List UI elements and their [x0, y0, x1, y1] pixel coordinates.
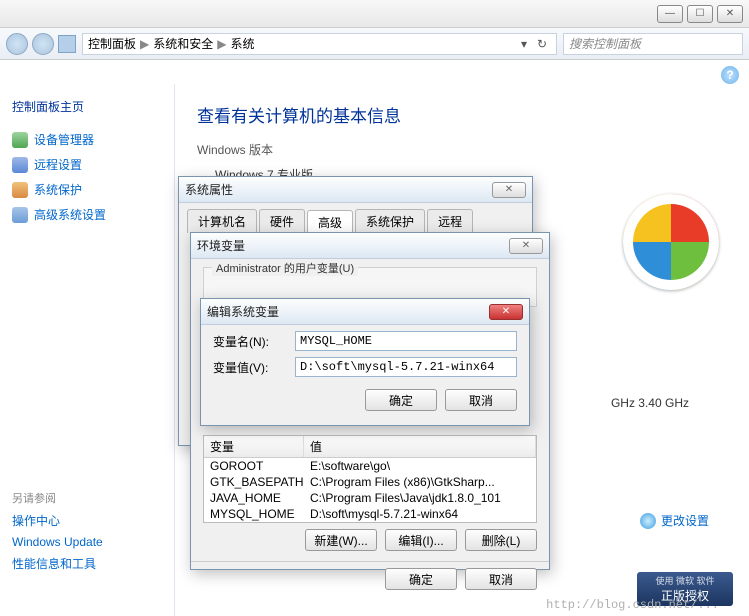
windows-logo-icon — [623, 194, 719, 290]
help-icon[interactable]: ? — [721, 66, 739, 84]
var-name-label: 变量名(N): — [213, 333, 295, 350]
var-name-field[interactable] — [295, 331, 517, 351]
close-button[interactable]: ✕ — [717, 5, 743, 23]
device-manager-icon — [12, 132, 28, 148]
address-bar: 控制面板▶ 系统和安全▶ 系统 ▾↻ 搜索控制面板 — [0, 28, 749, 60]
col-val[interactable]: 值 — [304, 436, 536, 457]
sidebar-home[interactable]: 控制面板主页 — [12, 100, 84, 114]
user-vars-label: Administrator 的用户变量(U) — [212, 260, 358, 276]
cpu-freq: GHz 3.40 GHz — [611, 396, 689, 410]
list-item[interactable]: JAVA_HOMEC:\Program Files\Java\jdk1.8.0_… — [204, 490, 536, 506]
control-panel-icon — [58, 35, 76, 53]
close-icon[interactable]: ✕ — [492, 182, 526, 198]
breadcrumb[interactable]: 控制面板▶ 系统和安全▶ 系统 ▾↻ — [82, 33, 557, 55]
sidebar-item-remote[interactable]: 远程设置 — [12, 156, 162, 173]
tab-remote[interactable]: 远程 — [427, 209, 473, 233]
see-also-header: 另请参阅 — [12, 490, 172, 506]
see-also-perf-info[interactable]: 性能信息和工具 — [12, 555, 172, 572]
edit-var-dialog: 编辑系统变量 ✕ 变量名(N): 变量值(V): 确定 取消 — [200, 298, 530, 426]
col-var[interactable]: 变量 — [204, 436, 304, 457]
sidebar-item-protection[interactable]: 系统保护 — [12, 181, 162, 198]
list-item[interactable]: GTK_BASEPATHC:\Program Files (x86)\GtkSh… — [204, 474, 536, 490]
var-value-label: 变量值(V): — [213, 359, 295, 376]
close-icon[interactable]: ✕ — [509, 238, 543, 254]
cancel-button[interactable]: 取消 — [465, 568, 537, 590]
protection-icon — [12, 182, 28, 198]
remote-icon — [12, 157, 28, 173]
sidebar-item-device-manager[interactable]: 设备管理器 — [12, 131, 162, 148]
window-titlebar: — ☐ ✕ — [0, 0, 749, 28]
back-button[interactable] — [6, 33, 28, 55]
tab-protection[interactable]: 系统保护 — [355, 209, 425, 233]
maximize-button[interactable]: ☐ — [687, 5, 713, 23]
system-vars-list[interactable]: 变量值 GOROOTE:\software\go\ GTK_BASEPATHC:… — [203, 435, 537, 523]
dialog-title: 环境变量 — [197, 237, 245, 254]
sidebar: 控制面板主页 设备管理器 远程设置 系统保护 高级系统设置 另请参阅 操作中心 … — [0, 84, 175, 616]
tabs: 计算机名 硬件 高级 系统保护 远程 — [179, 203, 532, 233]
tab-advanced[interactable]: 高级 — [307, 210, 353, 234]
dialog-title: 编辑系统变量 — [207, 303, 279, 320]
ok-button[interactable]: 确定 — [365, 389, 437, 411]
delete-button[interactable]: 删除(L) — [465, 529, 537, 551]
see-also-windows-update[interactable]: Windows Update — [12, 535, 172, 549]
sidebar-item-advanced[interactable]: 高级系统设置 — [12, 206, 162, 223]
see-also: 另请参阅 操作中心 Windows Update 性能信息和工具 — [12, 484, 172, 572]
ok-button[interactable]: 确定 — [385, 568, 457, 590]
refresh-icon[interactable]: ↻ — [533, 37, 551, 51]
watermark: http://blog.csdn.net/... — [546, 598, 719, 612]
var-value-field[interactable] — [295, 357, 517, 377]
edit-button[interactable]: 编辑(I)... — [385, 529, 457, 551]
breadcrumb-0[interactable]: 控制面板 — [88, 35, 136, 52]
close-icon[interactable]: ✕ — [489, 304, 523, 320]
breadcrumb-1[interactable]: 系统和安全 — [153, 35, 213, 52]
dialog-title: 系统属性 — [185, 181, 233, 198]
search-input[interactable]: 搜索控制面板 — [563, 33, 743, 55]
see-also-action-center[interactable]: 操作中心 — [12, 512, 172, 529]
list-item[interactable]: GOROOTE:\software\go\ — [204, 458, 536, 474]
breadcrumb-dropdown[interactable]: ▾ — [515, 37, 533, 51]
shield-icon — [640, 513, 656, 529]
page-title: 查看有关计算机的基本信息 — [197, 102, 727, 127]
forward-button[interactable] — [32, 33, 54, 55]
breadcrumb-2[interactable]: 系统 — [231, 35, 255, 52]
cancel-button[interactable]: 取消 — [445, 389, 517, 411]
edition-header: Windows 版本 — [197, 141, 727, 158]
new-button[interactable]: 新建(W)... — [305, 529, 377, 551]
tab-computer-name[interactable]: 计算机名 — [187, 209, 257, 233]
change-settings-link[interactable]: 更改设置 — [640, 512, 709, 529]
advanced-icon — [12, 207, 28, 223]
list-item[interactable]: MYSQL_HOMED:\soft\mysql-5.7.21-winx64 — [204, 506, 536, 522]
minimize-button[interactable]: — — [657, 5, 683, 23]
tab-hardware[interactable]: 硬件 — [259, 209, 305, 233]
